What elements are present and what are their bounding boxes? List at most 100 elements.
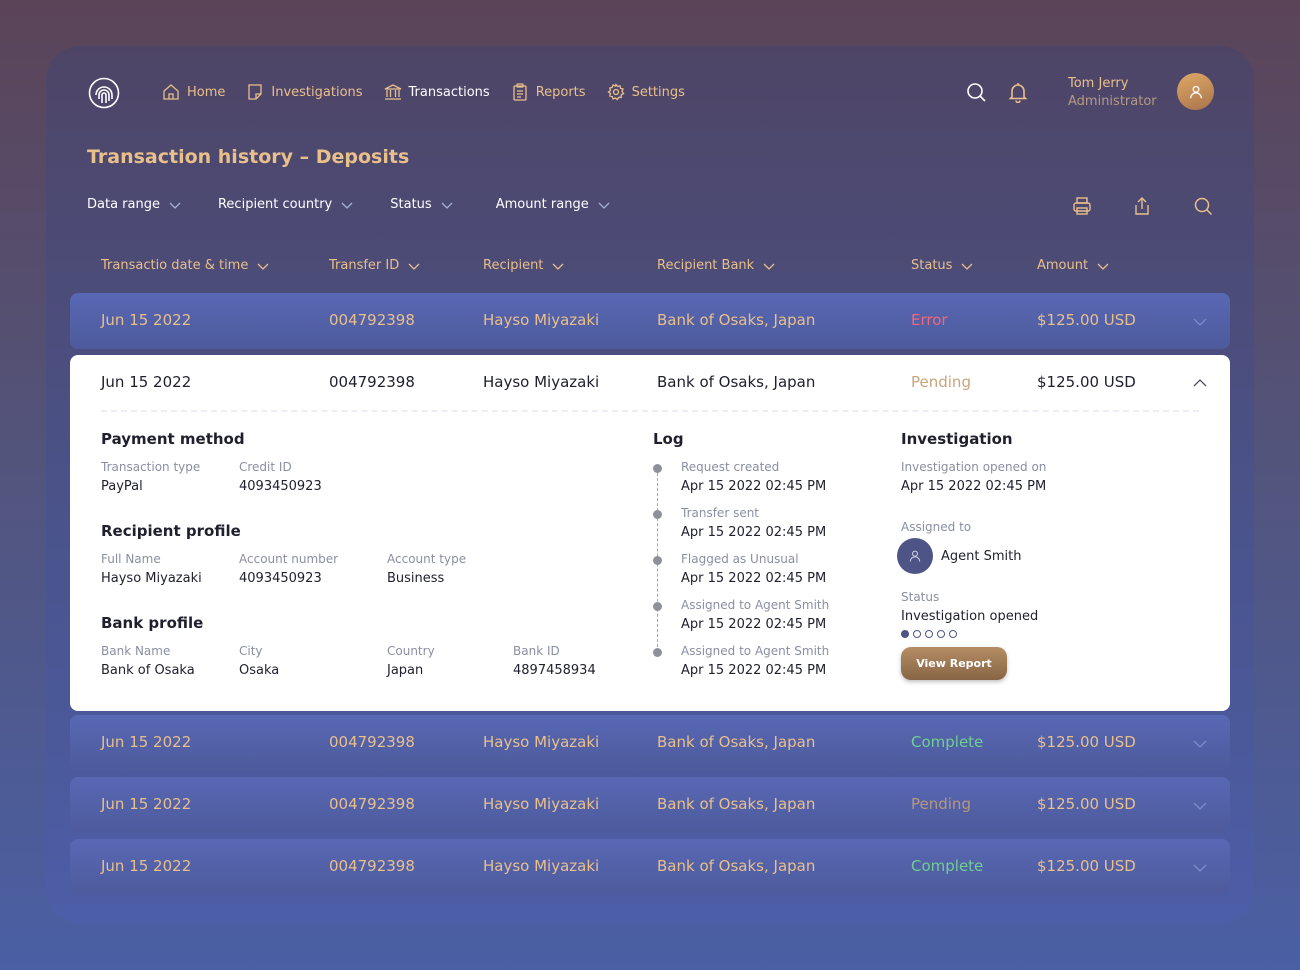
chevron-down-icon [598, 202, 610, 209]
agent-avatar[interactable] [897, 538, 933, 574]
filter-recipient-country[interactable]: Recipient country [218, 197, 354, 212]
chevron-down-icon[interactable] [1192, 735, 1208, 751]
transaction-type-label: Transaction type [101, 460, 201, 474]
column-header-transfer-id[interactable]: Transfer ID [329, 258, 421, 273]
progress-dot [901, 630, 909, 638]
row-date: Jun 15 2022 [101, 857, 192, 875]
chevron-down-icon [1097, 263, 1109, 270]
nav-home[interactable]: Home [162, 82, 225, 102]
expanded-row-details: Jun 15 2022 004792398 Hayso Miyazaki Ban… [70, 355, 1230, 711]
table-row[interactable]: Jun 15 2022 004792398 Hayso Miyazaki Ban… [70, 293, 1230, 349]
table-row[interactable]: Jun 15 2022 004792398 Hayso Miyazaki Ban… [70, 839, 1230, 895]
column-header-date[interactable]: Transactio date & time [101, 258, 270, 273]
chevron-down-icon [763, 263, 775, 270]
row-bank: Bank of Osaks, Japan [657, 733, 816, 751]
search-icon[interactable] [965, 81, 987, 103]
row-transfer-id: 004792398 [329, 733, 415, 751]
row-recipient: Hayso Miyazaki [483, 373, 600, 391]
country-value: Japan [387, 663, 424, 678]
credit-id-label: Credit ID [239, 460, 292, 474]
chevron-down-icon [552, 263, 564, 270]
progress-dot [913, 630, 921, 638]
investigation-title: Investigation [901, 430, 1013, 448]
column-header-status[interactable]: Status [911, 258, 974, 273]
country-label: Country [387, 644, 435, 658]
log-title: Log [653, 430, 684, 448]
column-header-recipient-bank[interactable]: Recipient Bank [657, 258, 776, 273]
row-status: Error [911, 311, 948, 329]
chevron-down-icon [257, 263, 269, 270]
assigned-to-label: Assigned to [901, 520, 972, 534]
nav-settings[interactable]: Settings [606, 82, 685, 102]
account-number-value: 4093450923 [239, 571, 322, 586]
nav-reports[interactable]: Reports [511, 82, 586, 102]
filter-status[interactable]: Status [390, 197, 453, 212]
log-time: Apr 15 2022 02:45 PM [681, 479, 827, 494]
row-date: Jun 15 2022 [101, 733, 192, 751]
bell-icon[interactable] [1007, 81, 1029, 103]
progress-dot [925, 630, 933, 638]
column-header-recipient-bank-label: Recipient Bank [657, 258, 755, 273]
timeline-dot [653, 510, 662, 519]
main-nav: Home Investigations Transactions Reports… [162, 82, 706, 102]
log-event: Transfer sent [681, 506, 760, 520]
log-event: Flagged as Unusual [681, 552, 799, 566]
row-date: Jun 15 2022 [101, 373, 192, 391]
log-event: Assigned to Agent Smith [681, 644, 830, 658]
row-transfer-id: 004792398 [329, 795, 415, 813]
note-icon [248, 84, 263, 100]
bank-name-value: Bank of Osaka [101, 663, 195, 678]
filter-date-range[interactable]: Data range [87, 197, 182, 212]
progress-dots [901, 630, 961, 638]
column-header-recipient[interactable]: Recipient [483, 258, 565, 273]
log-time: Apr 15 2022 02:45 PM [681, 663, 827, 678]
row-amount: $125.00 USD [1037, 311, 1136, 329]
investigation-status-value: Investigation opened [901, 609, 1039, 624]
filter-amount-range[interactable]: Amount range [496, 197, 611, 212]
row-bank: Bank of Osaks, Japan [657, 857, 816, 875]
column-header-amount[interactable]: Amount [1037, 258, 1110, 273]
home-icon [163, 84, 179, 100]
fingerprint-logo-icon[interactable] [88, 77, 120, 109]
chevron-up-icon[interactable] [1192, 375, 1208, 391]
user-icon [909, 550, 921, 562]
table-search-icon[interactable] [1193, 196, 1213, 216]
share-icon[interactable] [1132, 196, 1152, 216]
timeline-dot [653, 464, 662, 473]
row-bank: Bank of Osaks, Japan [657, 795, 816, 813]
bank-id-value: 4897458934 [513, 663, 596, 678]
filter-bar: Data range Recipient country Status Amou… [87, 197, 611, 212]
table-row[interactable]: Jun 15 2022 004792398 Hayso Miyazaki Ban… [70, 715, 1230, 771]
account-type-value: Business [387, 571, 445, 586]
row-status: Complete [911, 857, 984, 875]
nav-investigations[interactable]: Investigations [246, 82, 363, 102]
bank-profile-title: Bank profile [101, 614, 204, 632]
print-icon[interactable] [1072, 196, 1092, 216]
nav-transactions[interactable]: Transactions [384, 82, 490, 102]
progress-dot [937, 630, 945, 638]
filter-status-label: Status [390, 197, 432, 212]
row-amount: $125.00 USD [1037, 857, 1136, 875]
row-bank: Bank of Osaks, Japan [657, 373, 816, 391]
chevron-down-icon[interactable] [1192, 859, 1208, 875]
clipboard-icon [513, 83, 527, 101]
nav-settings-label: Settings [631, 84, 685, 100]
chevron-down-icon[interactable] [1192, 313, 1208, 329]
progress-dot [949, 630, 957, 638]
investigation-status-label: Status [901, 590, 940, 604]
view-report-button[interactable]: View Report [901, 647, 1007, 680]
chevron-down-icon[interactable] [1192, 797, 1208, 813]
column-header-recipient-label: Recipient [483, 258, 544, 273]
user-avatar[interactable] [1177, 73, 1214, 110]
gear-icon [606, 83, 625, 101]
row-recipient: Hayso Miyazaki [483, 857, 600, 875]
row-date: Jun 15 2022 [101, 795, 192, 813]
column-header-transfer-id-label: Transfer ID [329, 258, 400, 273]
chevron-down-icon [341, 202, 353, 209]
divider [101, 410, 1199, 412]
row-date: Jun 15 2022 [101, 311, 192, 329]
table-row[interactable]: Jun 15 2022 004792398 Hayso Miyazaki Ban… [70, 777, 1230, 833]
timeline-dot [653, 648, 662, 657]
timeline-dot [653, 602, 662, 611]
nav-reports-label: Reports [535, 84, 586, 100]
